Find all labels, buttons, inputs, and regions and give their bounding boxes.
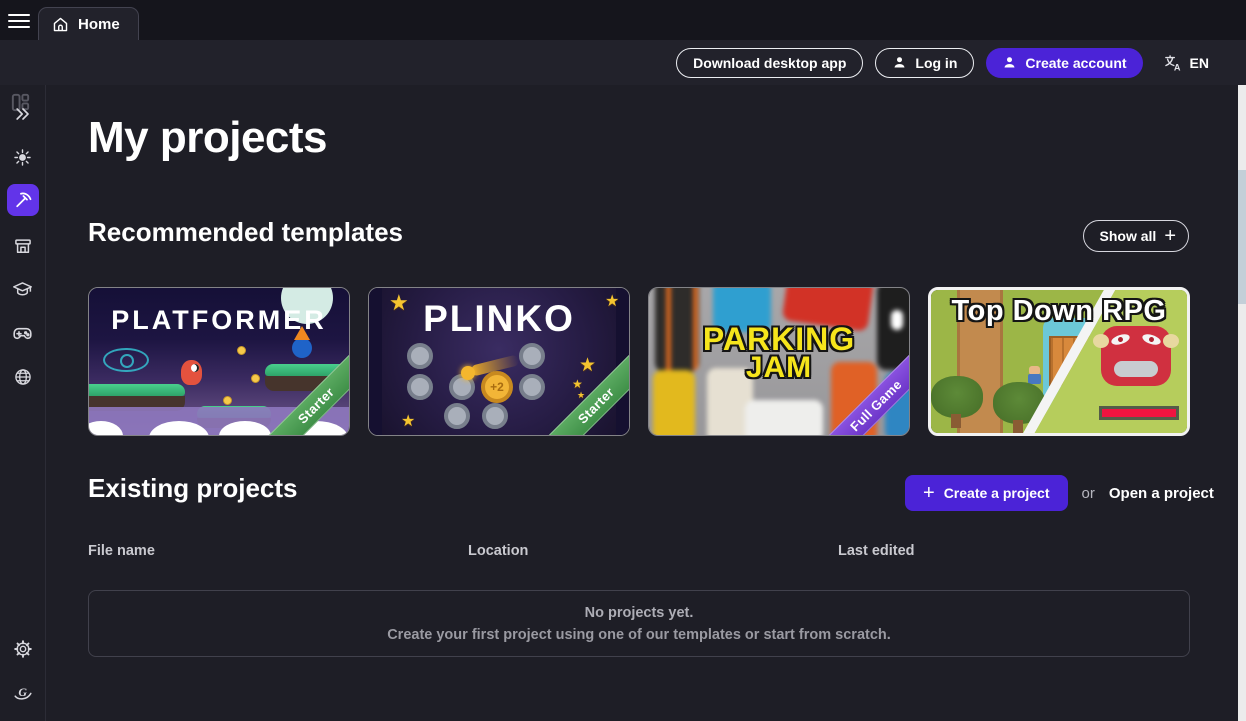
column-header-last-edited: Last edited [838, 543, 915, 559]
expand-icon[interactable] [12, 103, 34, 125]
empty-projects-state: No projects yet. Create your first proje… [88, 590, 1190, 657]
shop-icon[interactable] [12, 235, 34, 257]
language-code: EN [1190, 55, 1209, 71]
settings-gear-icon[interactable] [12, 638, 34, 660]
open-project-link[interactable]: Open a project [1109, 485, 1214, 502]
translate-icon: A [1163, 53, 1183, 73]
empty-state-title: No projects yet. [585, 605, 694, 621]
card-art: Top Down RPG [931, 290, 1187, 433]
svg-text:G: G [18, 685, 27, 699]
plus-icon: + [1164, 226, 1176, 246]
build-nav-active[interactable] [7, 184, 39, 216]
or-text: or [1082, 485, 1095, 502]
templates-section-title: Recommended templates [88, 217, 403, 248]
column-header-file-name: File name [88, 543, 155, 559]
card-title: PLINKO [369, 298, 629, 340]
health-bar-decoration [1099, 406, 1179, 420]
theme-sun-icon[interactable] [12, 146, 34, 168]
eye-decoration [103, 348, 149, 372]
svg-text:A: A [1173, 62, 1180, 72]
template-cards-row: PLATFORMER Starter +2 ★ ★ ★ [88, 287, 1190, 436]
enemy-decoration [292, 338, 312, 358]
template-card-platformer[interactable]: PLATFORMER Starter [88, 287, 350, 436]
column-header-location: Location [468, 543, 528, 559]
show-all-button[interactable]: Show all + [1083, 220, 1189, 252]
scrollbar-thumb[interactable] [1238, 170, 1246, 304]
user-icon [1002, 55, 1017, 70]
card-title: PARKING JAM [649, 324, 909, 383]
card-title: Top Down RPG [931, 295, 1187, 328]
play-gamepad-icon[interactable] [12, 322, 34, 344]
language-selector[interactable]: A EN [1163, 53, 1209, 73]
main-content: My projects Recommended templates Show a… [46, 85, 1246, 721]
plus-icon: + [923, 483, 935, 503]
tab-bar: Home [0, 0, 1246, 40]
tab-home-label: Home [78, 16, 120, 33]
page-title: My projects [88, 113, 327, 163]
community-globe-icon[interactable] [12, 366, 34, 388]
card-title: PLATFORMER [89, 305, 349, 336]
download-desktop-app-button[interactable]: Download desktop app [676, 48, 863, 78]
create-account-button[interactable]: Create account [986, 48, 1142, 78]
toolbar: Download desktop app Log in Create accou… [0, 40, 1246, 85]
gdevelop-logo-icon[interactable]: G [12, 682, 34, 704]
login-button[interactable]: Log in [875, 48, 974, 78]
vertical-scrollbar[interactable] [1238, 85, 1246, 721]
user-icon [892, 55, 907, 70]
empty-state-subtitle: Create your first project using one of o… [387, 627, 891, 643]
player-character-decoration [181, 360, 202, 385]
home-icon [52, 16, 69, 33]
template-card-parking-jam[interactable]: PARKING JAM Full Game [648, 287, 910, 436]
ball-decoration [461, 366, 475, 380]
menu-icon[interactable] [8, 14, 30, 28]
learn-icon[interactable] [12, 278, 34, 300]
template-card-top-down-rpg[interactable]: Top Down RPG [928, 287, 1190, 436]
boss-decoration [1101, 326, 1171, 386]
bonus-peg: +2 [481, 371, 513, 403]
sidebar: G [0, 85, 46, 721]
projects-section-title: Existing projects [88, 473, 298, 504]
create-project-button[interactable]: + Create a project [905, 475, 1068, 511]
build-pickaxe-icon [13, 190, 33, 210]
template-card-plinko[interactable]: +2 ★ ★ ★ ★ ★ ★ PLINKO Starter [368, 287, 630, 436]
tab-home[interactable]: Home [38, 7, 139, 41]
